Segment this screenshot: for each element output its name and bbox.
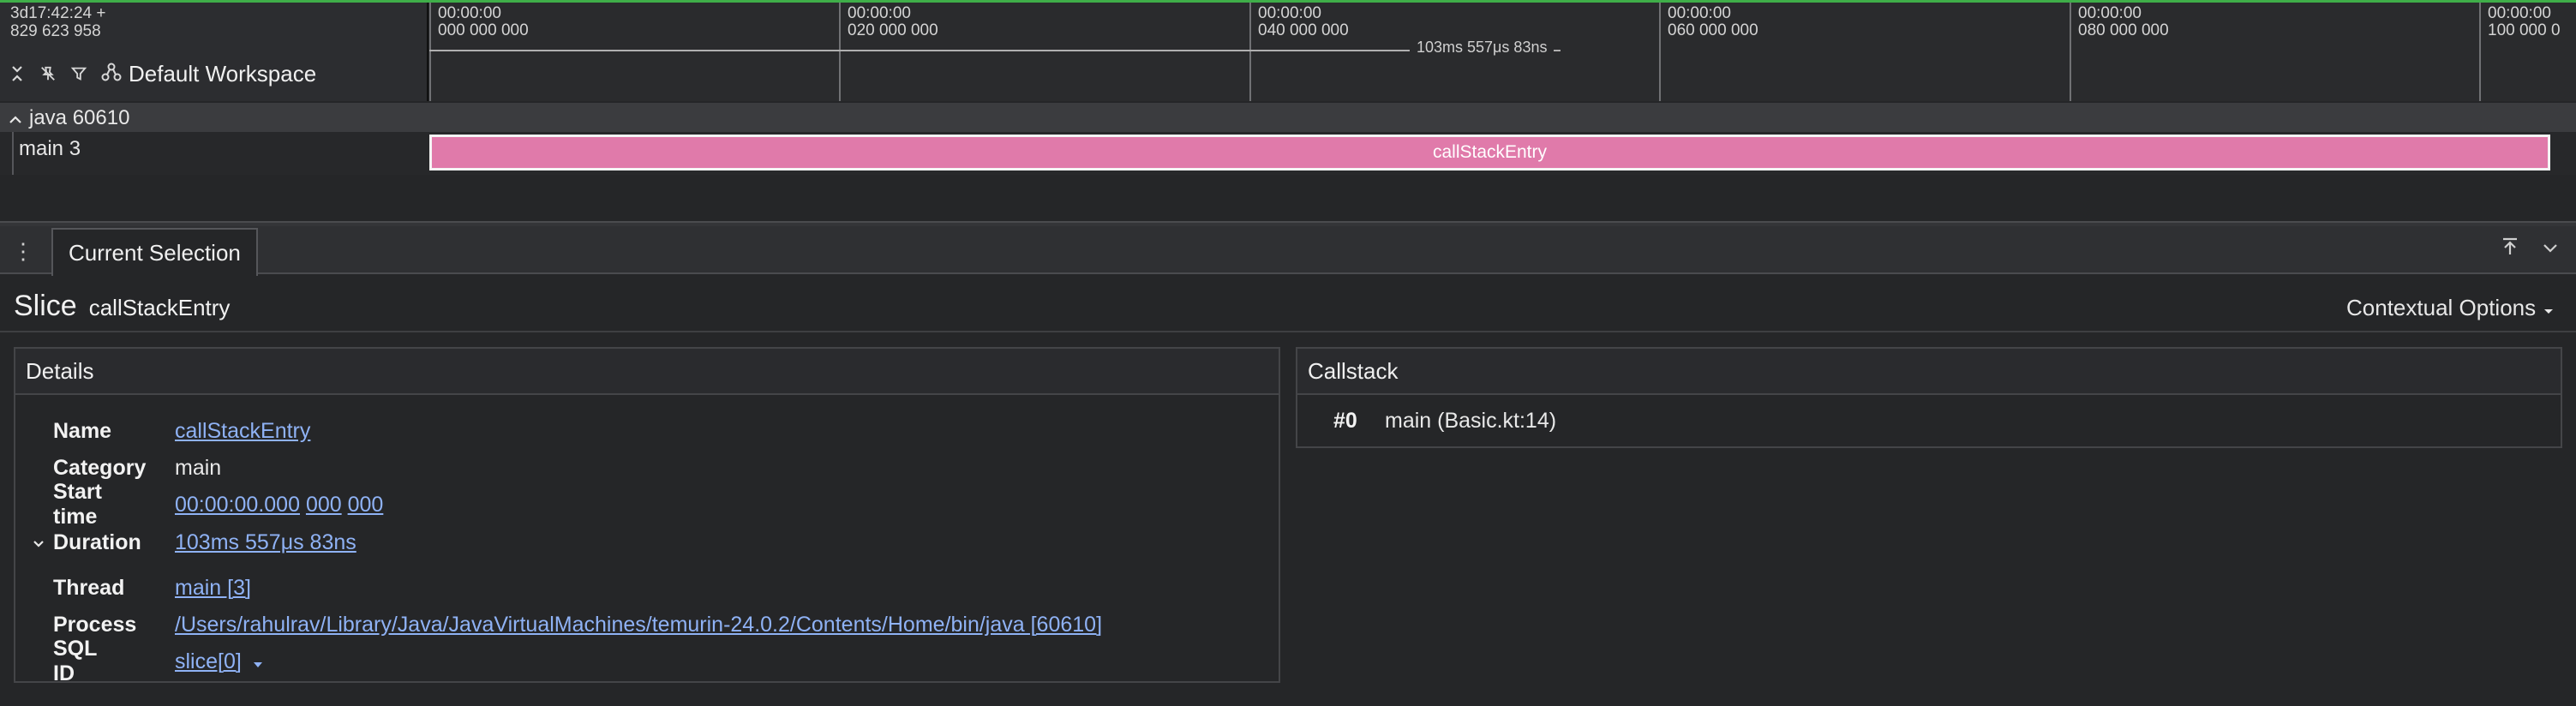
tick-label: 00:00:00 xyxy=(1258,4,1321,22)
selection-title: Slice callStackEntry xyxy=(14,290,230,323)
detail-key: Category xyxy=(53,455,147,480)
tick-label: 080 000 000 xyxy=(2078,21,2169,39)
tick-label: 000 000 000 xyxy=(438,21,529,39)
tick-label: 00:00:00 xyxy=(438,4,501,22)
tick-label: 100 000 0 xyxy=(2488,21,2561,39)
detail-key: Duration xyxy=(53,530,141,554)
tick-label: 00:00:00 xyxy=(848,4,911,22)
time-origin-line1: 3d17:42:24 + xyxy=(10,4,106,22)
selection-name: callStackEntry xyxy=(88,295,231,320)
tick-label: 00:00:00 xyxy=(1668,4,1731,22)
thread-track-label: main 3 xyxy=(19,137,81,160)
process-link[interactable]: /Users/rahulrav/Library/Java/JavaVirtual… xyxy=(175,613,1102,637)
process-track-header[interactable]: java 60610 xyxy=(9,106,129,130)
detail-key: Process xyxy=(53,612,137,637)
duration-link[interactable]: 103ms 557μs 83ns xyxy=(175,530,356,555)
detail-value: main xyxy=(175,455,222,480)
perfetto-ui: 3d17:42:24 + 829 623 958 Default Workspa… xyxy=(0,0,2576,706)
maximize-icon[interactable] xyxy=(2501,236,2519,263)
detail-key: Thread xyxy=(53,575,125,600)
filter-icon[interactable] xyxy=(70,65,87,82)
chevron-up-icon[interactable] xyxy=(9,106,22,130)
slice-label: callStackEntry xyxy=(1432,142,1548,162)
panel-tabbar xyxy=(0,226,2576,274)
contextual-options-button[interactable]: Contextual Options xyxy=(2346,295,2555,321)
slice-callstackentry[interactable]: callStackEntry xyxy=(429,135,2550,171)
detail-key: Name xyxy=(53,418,112,443)
details-card: Details Name callStackEntry Category mai… xyxy=(14,347,1280,685)
selection-span-label: 103ms 557μs 83ns xyxy=(1410,39,1555,57)
unpin-icon[interactable] xyxy=(39,65,57,82)
selection-span-line xyxy=(429,50,1561,51)
time-origin-line2: 829 623 958 xyxy=(10,22,101,40)
frame-value: main (Basic.kt:14) xyxy=(1385,408,1557,433)
workspace-label: Default Workspace xyxy=(129,60,317,87)
details-header: Details xyxy=(15,349,1279,395)
detail-key: Start time xyxy=(53,480,102,529)
ruler-tick: 00:00:00 000 000 000 xyxy=(429,3,529,101)
kebab-icon[interactable]: ⋮ xyxy=(12,238,34,265)
tab-label: Current Selection xyxy=(69,239,241,266)
start-time-link-b[interactable]: 000 xyxy=(306,493,342,517)
detail-key: SQL ID xyxy=(53,637,97,685)
caret-down-icon[interactable] xyxy=(253,649,263,673)
thread-link[interactable]: main [3] xyxy=(175,576,251,601)
ruler-tick: 00:00:00 080 000 000 xyxy=(2070,3,2169,101)
ruler-tick: 00:00:00 040 000 000 xyxy=(1249,3,1349,101)
process-track-label: java 60610 xyxy=(29,106,130,129)
tick-label: 060 000 000 xyxy=(1668,21,1758,39)
selection-header xyxy=(0,276,2576,332)
start-time-link-a[interactable]: 00:00:00.000 xyxy=(175,493,300,517)
start-time-value: 00:00:00.000 000 000 xyxy=(175,493,383,518)
callstack-card: Callstack #0 main (Basic.kt:14) xyxy=(1296,347,2562,448)
tick-label: 00:00:00 xyxy=(2078,4,2142,22)
time-origin[interactable]: 3d17:42:24 + 829 623 958 xyxy=(10,4,105,40)
workspace-toolbar: Default Workspace xyxy=(9,58,316,89)
selection-kind: Slice xyxy=(14,290,77,322)
ruler-tick: 00:00:00 100 000 0 xyxy=(2479,3,2561,101)
chevron-down-icon[interactable] xyxy=(2542,236,2559,260)
tick-label: 040 000 000 xyxy=(1258,21,1349,39)
workspace-icon xyxy=(101,61,122,87)
tick-label: 00:00:00 xyxy=(2488,4,2551,22)
sql-id-value: slice[0] xyxy=(175,649,263,674)
process-track-group[interactable] xyxy=(0,103,2576,132)
tick-label: 020 000 000 xyxy=(848,21,938,39)
workspace-selector[interactable]: Default Workspace xyxy=(101,61,316,87)
detail-value-name-link[interactable]: callStackEntry xyxy=(175,419,310,444)
tab-current-selection[interactable]: Current Selection xyxy=(51,228,258,276)
start-time-link-c[interactable]: 000 xyxy=(348,493,384,517)
ruler-tick: 00:00:00 060 000 000 xyxy=(1659,3,1758,101)
caret-down-icon xyxy=(2543,295,2555,321)
ruler-tick: 00:00:00 020 000 000 xyxy=(839,3,938,101)
frame-index: #0 xyxy=(1333,408,1357,433)
contextual-options-label: Contextual Options xyxy=(2346,295,2537,320)
callstack-header: Callstack xyxy=(1297,349,2561,395)
chevron-down-icon[interactable] xyxy=(33,531,45,553)
collapse-icon[interactable] xyxy=(9,65,26,82)
sql-id-link[interactable]: slice[0] xyxy=(175,649,242,673)
